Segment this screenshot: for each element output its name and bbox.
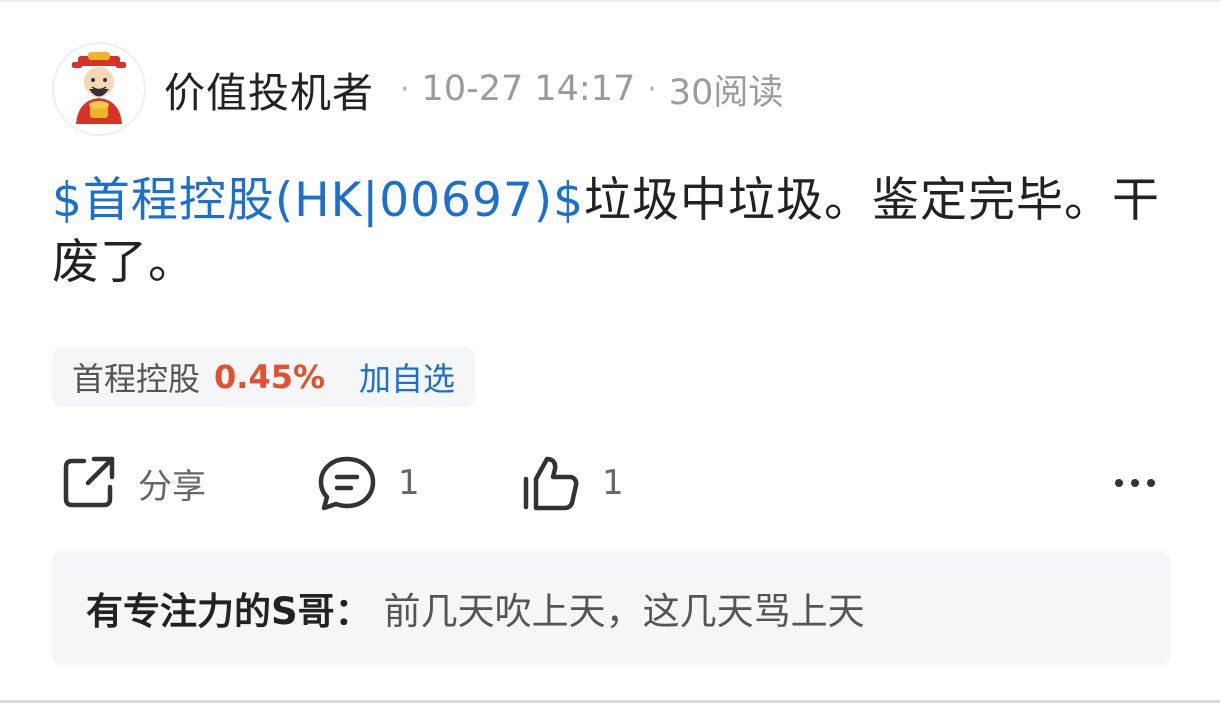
share-button[interactable]: 分享 [58,450,206,516]
top-divider [0,0,1220,2]
comment-text: 前几天吹上天，这几天骂上天 [383,590,865,633]
post-body: $首程控股(HK|00697)$垃圾中垃圾。鉴定完毕。干废了。 [52,170,1162,294]
comment-icon [318,456,376,511]
share-icon [63,456,115,508]
cartoon-avatar-icon [72,52,126,124]
comment-preview[interactable]: 有专注力的S哥： 前几天吹上天，这几天骂上天 [52,551,1170,665]
stock-chip-change: 0.45% [214,358,326,396]
post-meta: · 10-27 14:17 · 30阅读 [388,64,783,115]
stock-chip[interactable]: 首程控股 0.45% 加自选 [52,347,476,407]
bottom-divider [0,700,1220,703]
comment-button[interactable]: 1 [316,450,420,516]
post-card[interactable]: 价值投机者 · 10-27 14:17 · 30阅读 $首程控股(HK|0069… [0,0,1220,723]
stock-chip-name: 首程控股 [72,360,201,398]
action-bar: 分享 1 1 [58,450,1168,516]
post-time: 10-27 14:17 [421,69,636,109]
more-dots-icon [1115,479,1155,487]
more-button[interactable] [1110,450,1160,516]
thumbs-up-icon [523,456,579,511]
comment-count: 1 [398,463,420,503]
avatar[interactable] [52,42,146,136]
commenter-separator: ： [334,590,372,633]
stock-link[interactable]: $首程控股(HK|00697)$ [52,173,584,228]
commenter-name[interactable]: 有专注力的S哥 [86,581,335,635]
post-header: 价值投机者 · 10-27 14:17 · 30阅读 [52,40,783,138]
like-count: 1 [602,463,624,503]
add-watchlist-button[interactable]: 加自选 [359,354,455,400]
read-count: 30阅读 [668,72,784,113]
like-button[interactable]: 1 [520,450,624,516]
meta-separator: · [400,71,410,107]
meta-separator: · [647,71,657,107]
share-label: 分享 [138,466,206,507]
author-name[interactable]: 价值投机者 [164,59,374,119]
